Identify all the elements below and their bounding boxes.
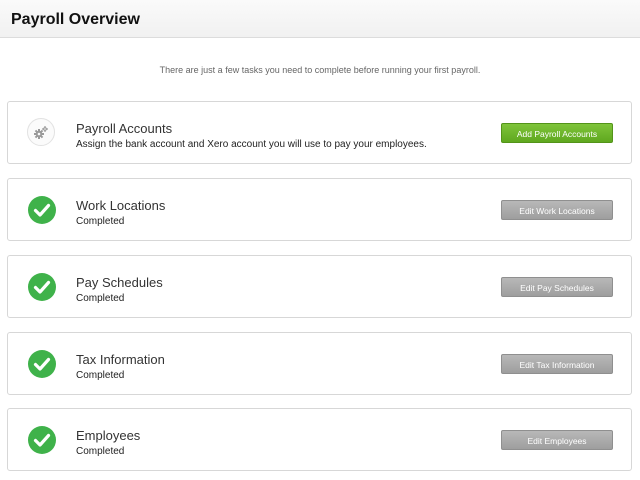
gear-icon — [27, 118, 57, 148]
check-circle-icon — [27, 425, 57, 455]
task-title: Tax Information — [76, 352, 165, 367]
edit-employees-button[interactable]: Edit Employees — [501, 430, 613, 450]
task-title: Employees — [76, 428, 141, 443]
task-card-pay-schedules: Pay Schedules Completed Edit Pay Schedul… — [7, 255, 632, 318]
task-card-tax-information: Tax Information Completed Edit Tax Infor… — [7, 332, 632, 395]
task-status: Completed — [76, 216, 125, 227]
task-title: Pay Schedules — [76, 275, 163, 290]
check-circle-icon — [27, 195, 57, 225]
page-header: Payroll Overview — [0, 0, 640, 38]
task-status: Completed — [76, 370, 125, 381]
page-title: Payroll Overview — [11, 11, 140, 28]
check-circle-icon — [27, 272, 57, 302]
edit-pay-schedules-button[interactable]: Edit Pay Schedules — [501, 277, 613, 297]
task-title: Work Locations — [76, 198, 166, 213]
add-payroll-accounts-button[interactable]: Add Payroll Accounts — [501, 123, 613, 143]
task-status: Completed — [76, 446, 125, 457]
check-circle-icon — [27, 349, 57, 379]
task-title: Payroll Accounts — [76, 121, 173, 136]
task-card-employees: Employees Completed Edit Employees — [7, 408, 632, 471]
intro-text: There are just a few tasks you need to c… — [159, 65, 481, 75]
task-card-work-locations: Work Locations Completed Edit Work Locat… — [7, 178, 632, 241]
task-status: Completed — [76, 293, 125, 304]
task-description: Assign the bank account and Xero account… — [76, 139, 427, 150]
edit-tax-information-button[interactable]: Edit Tax Information — [501, 354, 613, 374]
edit-work-locations-button[interactable]: Edit Work Locations — [501, 200, 613, 220]
task-card-payroll-accounts: Payroll Accounts Assign the bank account… — [7, 101, 632, 164]
